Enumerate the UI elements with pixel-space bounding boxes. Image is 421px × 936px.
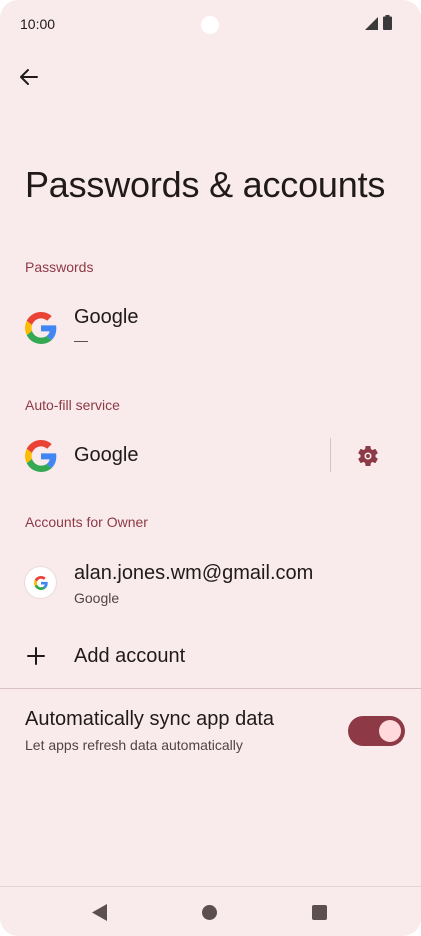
account-item[interactable]: alan.jones.wm@gmail.com Google bbox=[0, 550, 421, 618]
avatar bbox=[25, 567, 56, 598]
autofill-settings-button[interactable] bbox=[353, 441, 383, 471]
account-email: alan.jones.wm@gmail.com bbox=[74, 562, 314, 584]
autofill-divider bbox=[330, 438, 331, 472]
toggle-knob bbox=[379, 720, 401, 742]
camera-cutout bbox=[201, 16, 219, 34]
status-bar: 10:00 bbox=[0, 0, 421, 48]
status-time: 10:00 bbox=[20, 16, 56, 32]
passwords-google-subtitle: — bbox=[74, 332, 88, 348]
nav-home-icon[interactable] bbox=[202, 905, 217, 920]
google-logo-icon bbox=[25, 440, 57, 472]
page-title: Passwords & accounts bbox=[25, 164, 386, 205]
nav-recents-icon[interactable] bbox=[312, 905, 327, 920]
battery-icon bbox=[383, 15, 392, 30]
auto-sync-subtitle: Let apps refresh data automatically bbox=[25, 737, 243, 753]
section-header-passwords: Passwords bbox=[25, 259, 94, 275]
passwords-google-title: Google bbox=[74, 306, 139, 328]
google-logo-icon bbox=[33, 575, 48, 590]
arrow-back-icon bbox=[20, 69, 38, 85]
add-account-label: Add account bbox=[74, 645, 186, 667]
auto-sync-title: Automatically sync app data bbox=[25, 708, 275, 730]
autofill-google-title: Google bbox=[74, 444, 139, 466]
add-account-button[interactable]: Add account bbox=[0, 632, 421, 682]
auto-sync-toggle[interactable] bbox=[348, 716, 405, 746]
nav-back-icon[interactable] bbox=[92, 904, 107, 921]
passwords-google-item[interactable]: Google — bbox=[0, 296, 421, 364]
account-provider: Google bbox=[74, 590, 120, 606]
signal-icon bbox=[365, 17, 378, 30]
section-divider bbox=[0, 688, 421, 689]
plus-icon bbox=[27, 647, 45, 665]
autofill-google-item[interactable]: Google bbox=[0, 431, 330, 481]
navigation-bar bbox=[0, 886, 421, 936]
gear-icon bbox=[358, 446, 378, 466]
section-header-accounts: Accounts for Owner bbox=[25, 514, 148, 530]
back-button[interactable] bbox=[14, 62, 44, 92]
screen: 10:00 Passwords & accounts Passwords Goo… bbox=[0, 0, 421, 936]
google-logo-icon bbox=[25, 312, 57, 344]
section-header-autofill: Auto-fill service bbox=[25, 397, 120, 413]
